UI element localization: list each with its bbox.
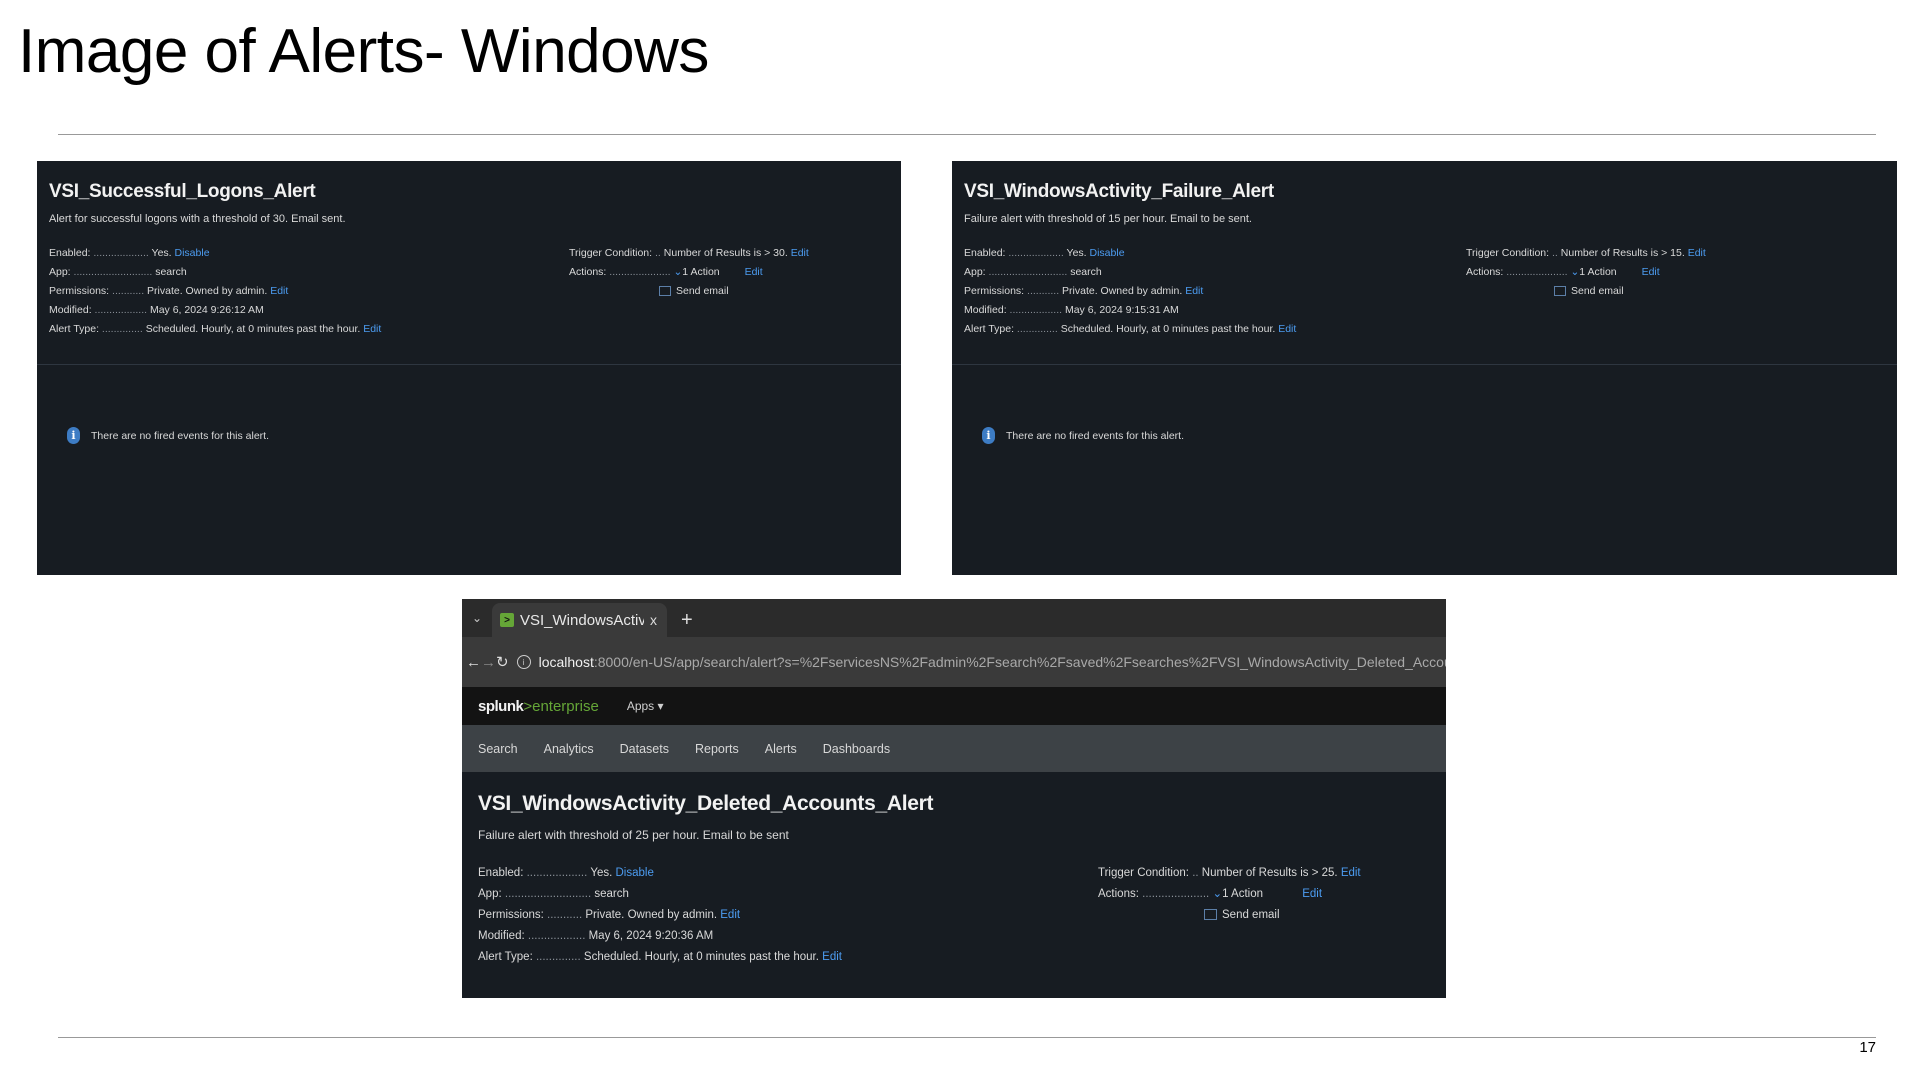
- alert-title: VSI_WindowsActivity_Deleted_Accounts_Ale…: [478, 792, 934, 815]
- nav-alerts[interactable]: Alerts: [765, 742, 797, 756]
- meta-alert-type: Alert Type: .............. Scheduled. Ho…: [964, 323, 1297, 335]
- browser-tab-bar: ⌄ > VSI_WindowsActivity x +: [462, 599, 1446, 637]
- alert-detail-body: VSI_WindowsActivity_Deleted_Accounts_Ale…: [462, 772, 1446, 968]
- nav-search[interactable]: Search: [478, 742, 518, 756]
- close-tab-icon[interactable]: x: [650, 612, 657, 628]
- mail-icon: [1204, 909, 1217, 921]
- alert-meta-right: Trigger Condition: .. Number of Results …: [1466, 244, 1885, 339]
- edit-alert-type-link[interactable]: Edit: [363, 323, 381, 335]
- splunk-logo[interactable]: splunk>enterprise: [478, 698, 599, 715]
- edit-permissions-link[interactable]: Edit: [1185, 285, 1203, 297]
- bottom-divider: [58, 1037, 1876, 1038]
- meta-trigger: Trigger Condition: .. Number of Results …: [1466, 247, 1706, 259]
- mail-icon: [1554, 286, 1566, 297]
- alert-description: Alert for successful logons with a thres…: [49, 213, 346, 225]
- meta-actions: Actions: ..................... ⌄1 Action…: [1466, 266, 1660, 278]
- nav-dashboards[interactable]: Dashboards: [823, 742, 890, 756]
- meta-modified: Modified: .................. May 6, 2024…: [49, 304, 264, 316]
- edit-alert-type-link[interactable]: Edit: [1278, 323, 1296, 335]
- url-field[interactable]: i localhost:8000/en-US/app/search/alert?…: [516, 654, 1446, 670]
- meta-permissions: Permissions: ........... Private. Owned …: [964, 285, 1204, 297]
- edit-trigger-link[interactable]: Edit: [1688, 247, 1706, 259]
- meta-enabled: Enabled: ................... Yes. Disabl…: [964, 247, 1125, 259]
- edit-actions-link[interactable]: Edit: [1302, 888, 1322, 900]
- nav-reports[interactable]: Reports: [695, 742, 739, 756]
- alert-meta-left: Enabled: ................... Yes. Disabl…: [49, 244, 569, 339]
- chevron-down-icon[interactable]: ⌄: [673, 266, 682, 278]
- site-info-icon[interactable]: i: [516, 655, 531, 669]
- alert-header-panel: VSI_Successful_Logons_Alert Alert for su…: [37, 161, 901, 365]
- address-bar: ← → ↻ i localhost:8000/en-US/app/search/…: [462, 637, 1446, 687]
- no-events-message: i There are no fired events for this ale…: [982, 427, 1897, 444]
- splunk-favicon-icon: >: [500, 613, 514, 627]
- alert-description: Failure alert with threshold of 15 per h…: [964, 213, 1252, 225]
- slide-title: Image of Alerts- Windows: [18, 17, 709, 86]
- disable-link[interactable]: Disable: [1090, 247, 1125, 259]
- meta-app: App: ........................... search: [964, 266, 1102, 278]
- info-icon: i: [982, 427, 995, 444]
- nav-analytics[interactable]: Analytics: [544, 742, 594, 756]
- edit-actions-link[interactable]: Edit: [1642, 266, 1660, 278]
- browser-tab[interactable]: > VSI_WindowsActivity x: [492, 603, 667, 637]
- edit-permissions-link[interactable]: Edit: [720, 909, 740, 921]
- splunk-top-bar: splunk>enterprise Apps ▾: [462, 687, 1446, 725]
- meta-send-email: Send email: [1466, 282, 1885, 301]
- edit-trigger-link[interactable]: Edit: [1341, 867, 1361, 879]
- meta-alert-type: Alert Type: .............. Scheduled. Ho…: [478, 951, 842, 963]
- alert-header-panel: VSI_WindowsActivity_Failure_Alert Failur…: [952, 161, 1897, 365]
- forward-arrow-icon[interactable]: →: [481, 654, 496, 671]
- meta-trigger: Trigger Condition: .. Number of Results …: [569, 247, 809, 259]
- alert-screenshot-successful-logons: VSI_Successful_Logons_Alert Alert for su…: [37, 161, 901, 575]
- top-divider: [58, 134, 1876, 135]
- meta-app: App: ........................... search: [478, 888, 629, 900]
- new-tab-icon[interactable]: +: [675, 603, 699, 637]
- browser-screenshot-deleted-accounts: ⌄ > VSI_WindowsActivity x + ← → ↻ i loca…: [462, 599, 1446, 998]
- mail-icon: [659, 286, 671, 297]
- meta-alert-type: Alert Type: .............. Scheduled. Ho…: [49, 323, 382, 335]
- meta-actions: Actions: ..................... ⌄1 Action…: [569, 266, 763, 278]
- back-arrow-icon[interactable]: ←: [466, 654, 481, 671]
- alert-title: VSI_WindowsActivity_Failure_Alert: [964, 181, 1274, 202]
- no-events-message: i There are no fired events for this ale…: [67, 427, 901, 444]
- alert-description: Failure alert with threshold of 25 per h…: [478, 828, 789, 842]
- tab-list-chevron-down-icon[interactable]: ⌄: [462, 599, 492, 637]
- chevron-down-icon[interactable]: ⌄: [1570, 266, 1579, 278]
- edit-trigger-link[interactable]: Edit: [791, 247, 809, 259]
- app-nav-bar: Search Analytics Datasets Reports Alerts…: [462, 725, 1446, 772]
- meta-app: App: ........................... search: [49, 266, 187, 278]
- meta-enabled: Enabled: ................... Yes. Disabl…: [478, 867, 654, 879]
- meta-actions: Actions: ..................... ⌄1 Action…: [1098, 888, 1323, 900]
- page-number: 17: [1859, 1039, 1876, 1056]
- meta-permissions: Permissions: ........... Private. Owned …: [478, 909, 741, 921]
- disable-link[interactable]: Disable: [616, 867, 654, 879]
- meta-permissions: Permissions: ........... Private. Owned …: [49, 285, 289, 297]
- alert-title: VSI_Successful_Logons_Alert: [49, 181, 316, 202]
- meta-enabled: Enabled: ................... Yes. Disabl…: [49, 247, 210, 259]
- meta-modified: Modified: .................. May 6, 2024…: [478, 930, 714, 942]
- alert-meta-left: Enabled: ................... Yes. Disabl…: [478, 863, 1098, 968]
- nav-datasets[interactable]: Datasets: [620, 742, 669, 756]
- meta-send-email: Send email: [1098, 905, 1430, 926]
- disable-link[interactable]: Disable: [175, 247, 210, 259]
- chevron-down-icon[interactable]: ⌄: [1212, 888, 1222, 900]
- edit-permissions-link[interactable]: Edit: [270, 285, 288, 297]
- alert-meta-right: Trigger Condition: .. Number of Results …: [569, 244, 889, 339]
- info-icon: i: [67, 427, 80, 444]
- meta-trigger: Trigger Condition: .. Number of Results …: [1098, 867, 1361, 879]
- meta-send-email: Send email: [569, 282, 889, 301]
- edit-alert-type-link[interactable]: Edit: [822, 951, 842, 963]
- reload-icon[interactable]: ↻: [496, 653, 509, 671]
- alert-meta-right: Trigger Condition: .. Number of Results …: [1098, 863, 1430, 968]
- edit-actions-link[interactable]: Edit: [745, 266, 763, 278]
- meta-modified: Modified: .................. May 6, 2024…: [964, 304, 1179, 316]
- alert-meta-left: Enabled: ................... Yes. Disabl…: [964, 244, 1466, 339]
- apps-menu[interactable]: Apps ▾: [627, 699, 664, 713]
- alert-screenshot-failure: VSI_WindowsActivity_Failure_Alert Failur…: [952, 161, 1897, 575]
